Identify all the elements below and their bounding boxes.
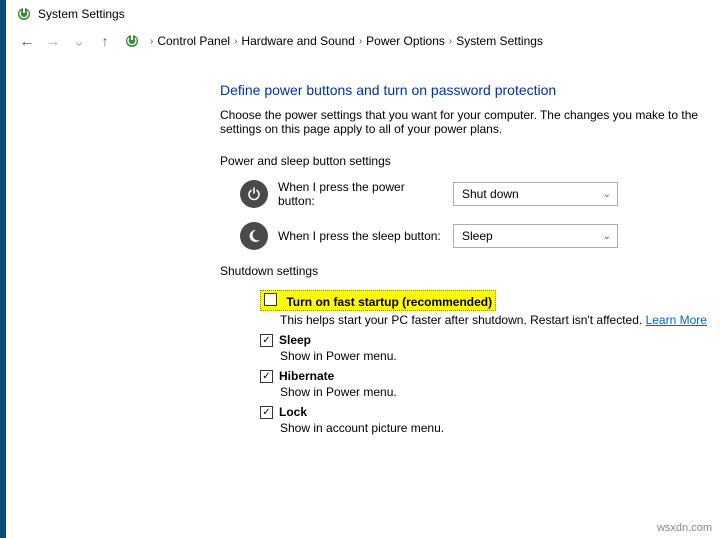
page-description: Choose the power settings that you want … [220,108,710,136]
window-title-bar: System Settings [0,0,720,26]
page-title: Define power buttons and turn on passwor… [220,82,710,98]
watermark: wsxdn.com [657,522,712,534]
hibernate-option-desc: Show in Power menu. [280,385,710,399]
lock-checkbox[interactable] [260,406,273,419]
forward-button[interactable]: → [42,30,64,52]
fast-startup-label: Turn on fast startup (recommended) [286,295,492,309]
up-button[interactable]: ↑ [94,30,116,52]
power-button-row: When I press the power button: Shut down… [240,180,710,208]
fast-startup-row: Turn on fast startup (recommended) [260,290,710,311]
lock-option-desc: Show in account picture menu. [280,421,710,435]
nav-bar: ← → ⌄ ↑ › Control Panel › Hardware and S… [0,26,720,60]
power-button-dropdown[interactable]: Shut down ⌄ [453,182,618,206]
sleep-button-row: When I press the sleep button: Sleep ⌄ [240,222,710,250]
back-button[interactable]: ← [16,30,38,52]
chevron-right-icon[interactable]: › [234,36,237,47]
breadcrumb-item[interactable]: Hardware and Sound [241,34,354,48]
fast-startup-desc: This helps start your PC faster after sh… [260,313,710,327]
chevron-right-icon[interactable]: › [449,36,452,47]
content-area: Define power buttons and turn on passwor… [0,60,720,451]
sleep-option-desc: Show in Power menu. [280,349,710,363]
power-icon [240,180,268,208]
hibernate-option-label: Hibernate [279,369,334,383]
breadcrumb-item[interactable]: Control Panel [157,34,230,48]
sleep-checkbox[interactable] [260,334,273,347]
power-options-icon [16,6,32,22]
sleep-option-row: Sleep [260,333,710,347]
lock-option-label: Lock [279,405,307,419]
dropdown-value: Shut down [462,187,519,201]
hibernate-checkbox[interactable] [260,370,273,383]
chevron-right-icon[interactable]: › [359,36,362,47]
window-left-stripe [0,0,6,538]
hibernate-option-row: Hibernate [260,369,710,383]
chevron-down-icon: ⌄ [603,231,611,242]
fast-startup-checkbox[interactable] [264,293,277,306]
moon-icon [240,222,268,250]
dropdown-value: Sleep [462,229,493,243]
button-settings-heading: Power and sleep button settings [220,154,710,168]
breadcrumb-item[interactable]: System Settings [456,34,543,48]
lock-option-row: Lock [260,405,710,419]
breadcrumb-icon [124,33,140,49]
shutdown-settings-heading: Shutdown settings [220,264,710,278]
breadcrumb-item[interactable]: Power Options [366,34,445,48]
breadcrumb[interactable]: › Control Panel › Hardware and Sound › P… [150,34,543,48]
power-button-label: When I press the power button: [278,180,443,208]
window-title: System Settings [38,7,125,21]
chevron-right-icon[interactable]: › [150,36,153,47]
chevron-down-icon: ⌄ [603,189,611,200]
recent-locations-dropdown[interactable]: ⌄ [68,30,90,52]
learn-more-link[interactable]: Learn More [646,313,707,327]
sleep-button-dropdown[interactable]: Sleep ⌄ [453,224,618,248]
sleep-button-label: When I press the sleep button: [278,229,443,243]
sleep-option-label: Sleep [279,333,311,347]
